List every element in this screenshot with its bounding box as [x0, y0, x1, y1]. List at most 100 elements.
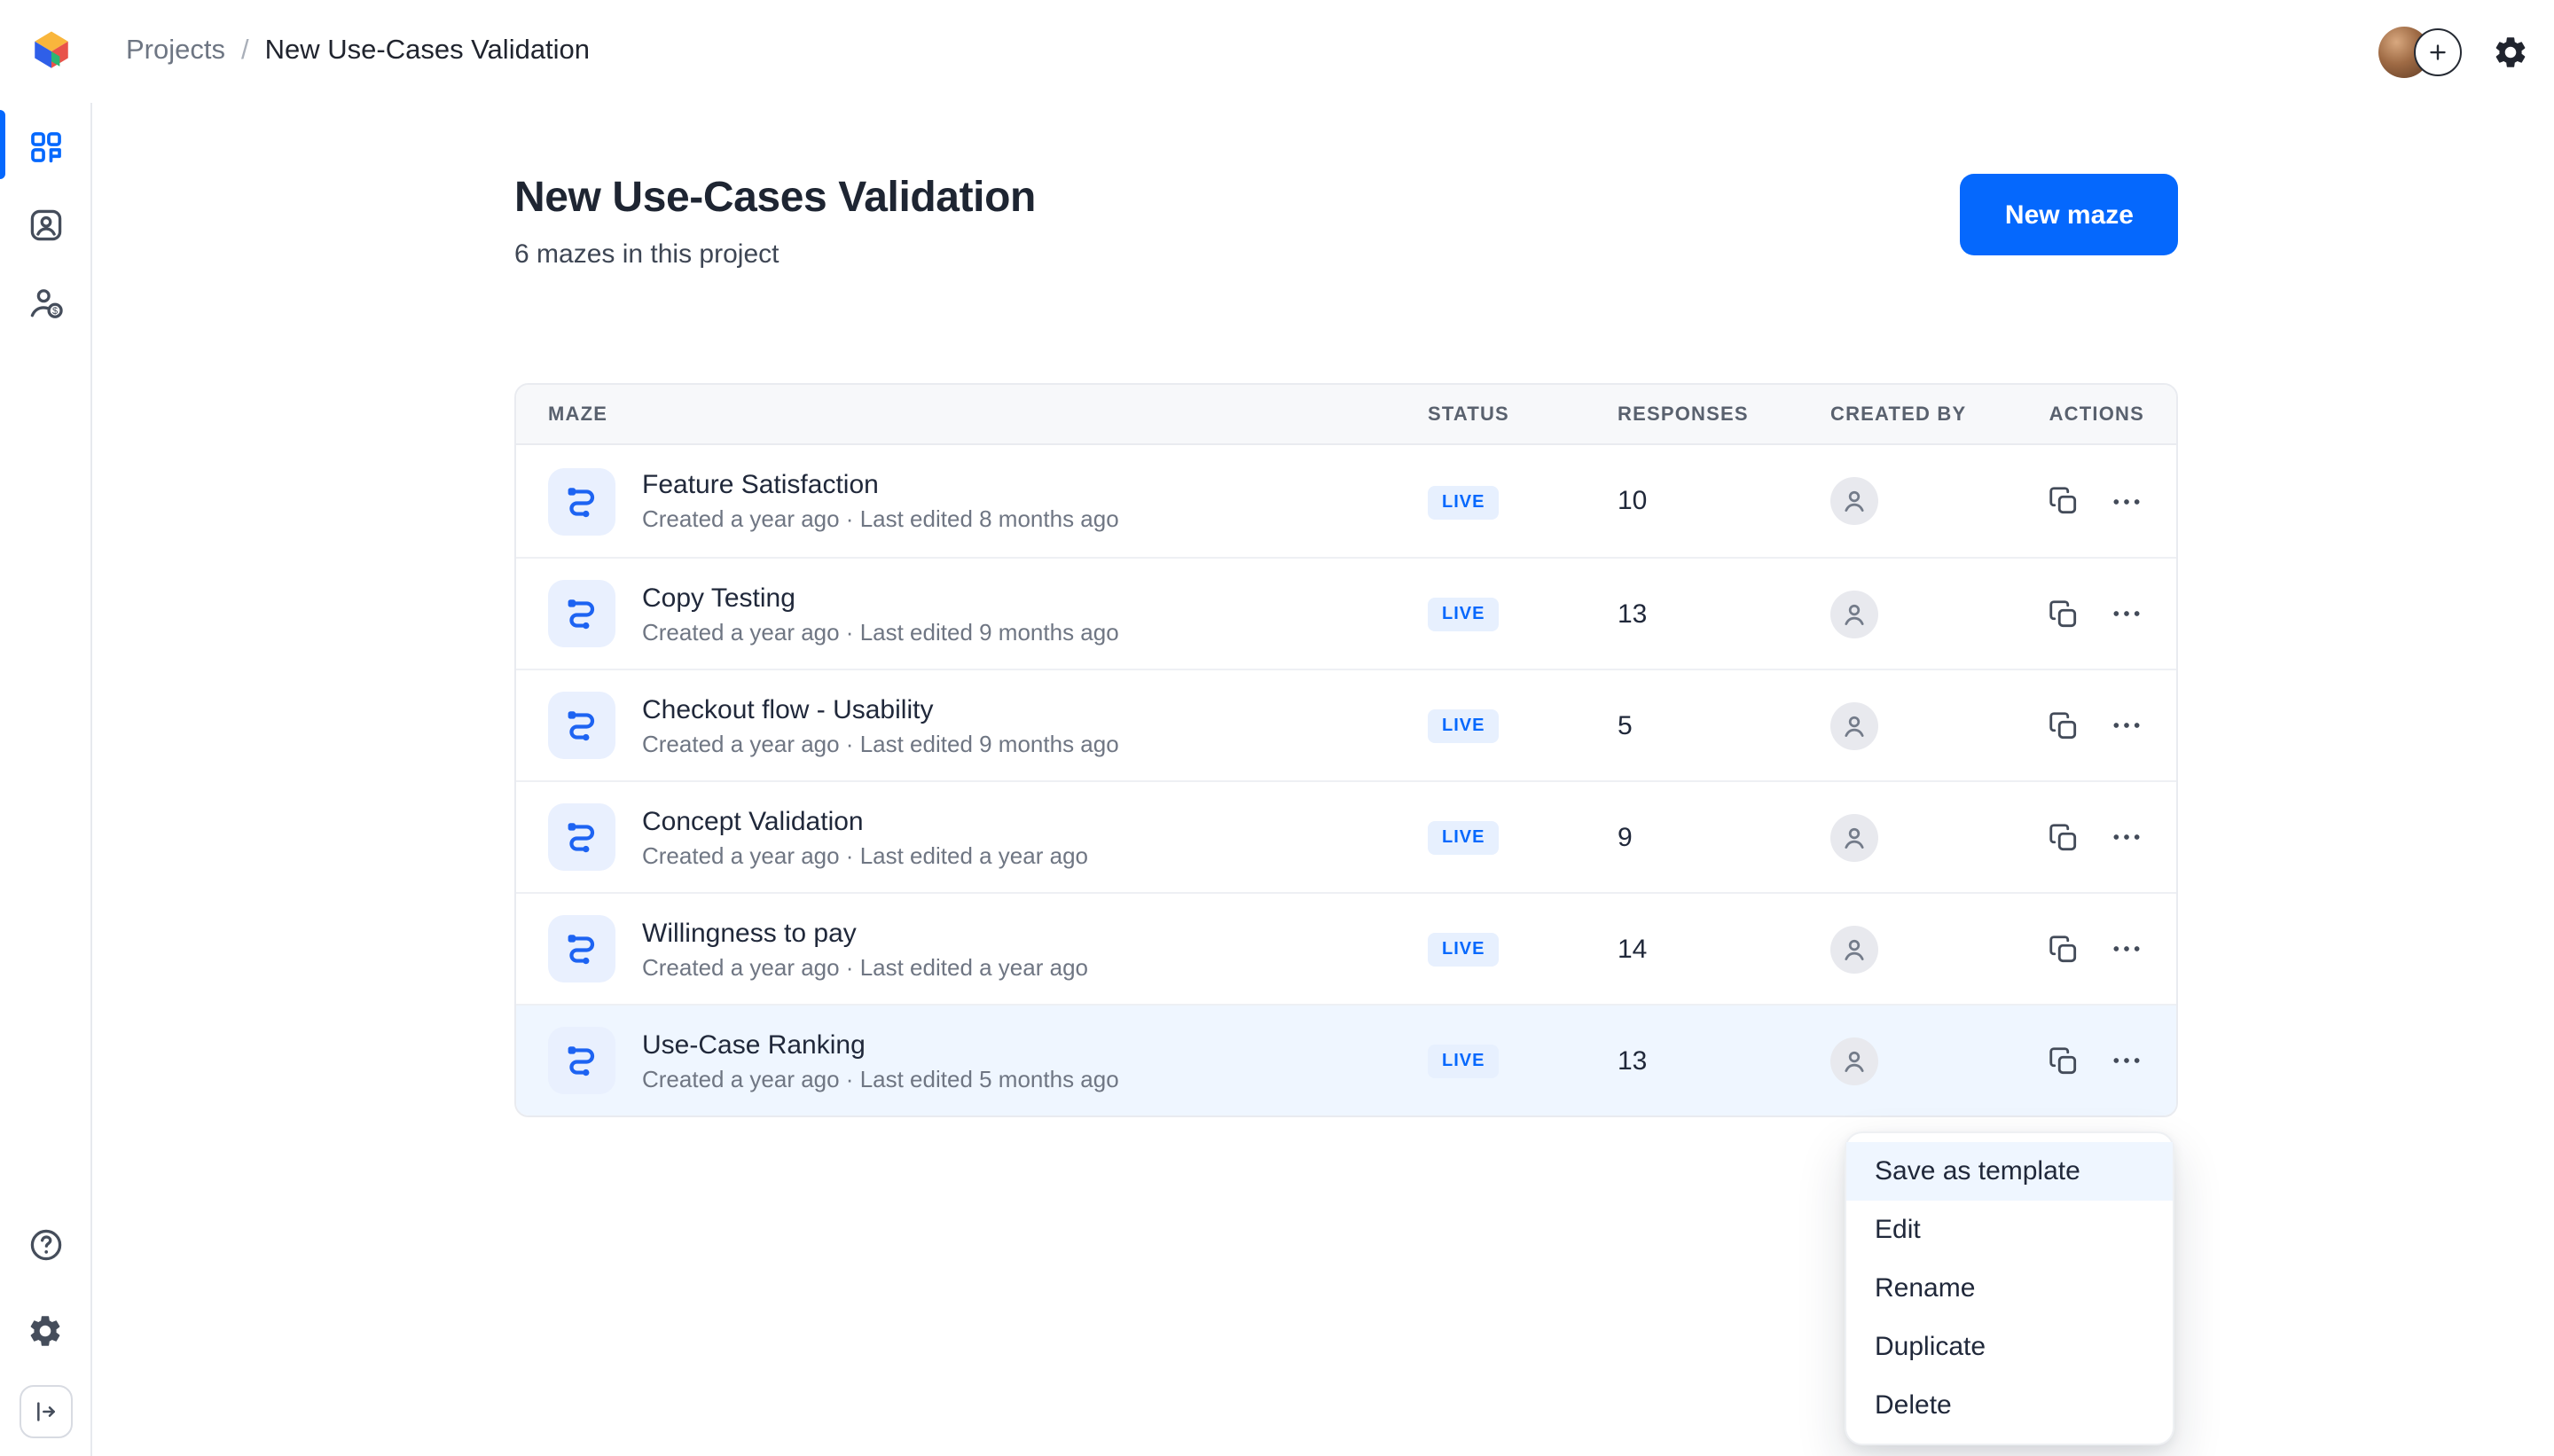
maze-row[interactable]: Checkout flow - Usability Created a year…: [516, 669, 2176, 780]
maze-cell: Feature Satisfaction Created a year ago …: [548, 467, 1403, 535]
maze-name[interactable]: Willingness to pay: [642, 918, 1088, 948]
gear-icon: [2492, 33, 2529, 70]
sidebar-item-panel[interactable]: [15, 195, 75, 255]
sidebar-settings-button[interactable]: [15, 1300, 75, 1360]
maze-cube-logo-icon: [25, 25, 78, 78]
panel-icon: [26, 206, 65, 245]
maze-name[interactable]: Checkout flow - Usability: [642, 694, 1119, 724]
maze-flow-icon: [562, 818, 601, 857]
row-menu-button[interactable]: [2109, 708, 2144, 743]
help-button[interactable]: [15, 1215, 75, 1275]
maze-name[interactable]: Use-Case Ranking: [642, 1029, 1119, 1060]
collapse-sidebar-button[interactable]: [19, 1385, 72, 1438]
maze-cell: Use-Case Ranking Created a year ago · La…: [548, 1027, 1403, 1094]
copy-icon: [2047, 932, 2080, 966]
maze-flow-icon: [562, 594, 601, 633]
status-badge: LIVE: [1428, 821, 1499, 855]
maze-meta: Created a year ago · Last edited 5 month…: [642, 1065, 1119, 1092]
column-header-responses: RESPONSES: [1593, 403, 1806, 425]
creator-avatar[interactable]: [1830, 477, 1878, 525]
copy-icon: [2047, 708, 2080, 742]
invite-plus-button[interactable]: [2414, 27, 2462, 75]
duplicate-maze-button[interactable]: [2047, 597, 2080, 630]
maze-cell: Concept Validation Created a year ago · …: [548, 803, 1403, 871]
creator-avatar[interactable]: [1830, 590, 1878, 638]
responses-cell: 14: [1593, 934, 1806, 964]
duplicate-maze-button[interactable]: [2047, 820, 2080, 854]
ellipsis-icon: [2109, 931, 2144, 967]
sidebar-bottom: [15, 1215, 75, 1438]
maze-name[interactable]: Feature Satisfaction: [642, 470, 1119, 500]
row-menu-button[interactable]: [2109, 1043, 2144, 1078]
maze-text: Concept Validation Created a year ago · …: [642, 806, 1088, 868]
status-cell: LIVE: [1403, 1043, 1593, 1078]
created-by-cell: [1806, 590, 2041, 638]
plus-icon: [2425, 38, 2451, 65]
maze-row[interactable]: Copy Testing Created a year ago · Last e…: [516, 557, 2176, 669]
maze-cell: Willingness to pay Created a year ago · …: [548, 915, 1403, 982]
column-header-status: STATUS: [1403, 403, 1593, 425]
collapse-sidebar-icon: [31, 1397, 59, 1426]
responses-cell: 5: [1593, 710, 1806, 740]
duplicate-maze-button[interactable]: [2047, 1044, 2080, 1077]
duplicate-maze-button[interactable]: [2047, 708, 2080, 742]
duplicate-maze-button[interactable]: [2047, 484, 2080, 518]
copy-icon: [2047, 820, 2080, 854]
maze-flow-icon: [562, 481, 601, 521]
maze-meta: Created a year ago · Last edited 9 month…: [642, 730, 1119, 756]
creator-avatar[interactable]: [1830, 701, 1878, 749]
menu-item-duplicate[interactable]: Duplicate: [1846, 1318, 2173, 1376]
actions-cell: [2041, 1043, 2144, 1078]
status-badge: LIVE: [1428, 485, 1499, 519]
maze-cell: Copy Testing Created a year ago · Last e…: [548, 580, 1403, 647]
maze-row[interactable]: Willingness to pay Created a year ago · …: [516, 892, 2176, 1004]
settings-gear-icon: [27, 1311, 64, 1349]
created-by-cell: [1806, 701, 2041, 749]
sidebar-item-reach[interactable]: $: [15, 273, 75, 333]
maze-row[interactable]: Feature Satisfaction Created a year ago …: [516, 445, 2176, 557]
maze-row[interactable]: Use-Case Ranking Created a year ago · La…: [516, 1004, 2176, 1115]
creator-avatar[interactable]: [1830, 925, 1878, 973]
sidebar-item-projects[interactable]: [15, 117, 75, 177]
row-menu-button[interactable]: [2109, 596, 2144, 631]
status-badge: LIVE: [1428, 1045, 1499, 1078]
page-subtitle: 6 mazes in this project: [514, 239, 1036, 270]
maze-meta: Created a year ago · Last edited 9 month…: [642, 618, 1119, 645]
status-badge: LIVE: [1428, 933, 1499, 967]
creator-avatar[interactable]: [1830, 1037, 1878, 1084]
menu-item-rename[interactable]: Rename: [1846, 1259, 2173, 1318]
menu-item-delete[interactable]: Delete: [1846, 1376, 2173, 1435]
maze-icon-badge: [548, 1027, 615, 1094]
table-header-row: MAZE STATUS RESPONSES CREATED BY ACTIONS: [516, 385, 2176, 445]
maze-icon-badge: [548, 467, 615, 535]
duplicate-maze-button[interactable]: [2047, 932, 2080, 966]
responses-cell: 9: [1593, 822, 1806, 852]
status-badge: LIVE: [1428, 598, 1499, 631]
workspace-settings-button[interactable]: [2492, 33, 2529, 70]
responses-cell: 10: [1593, 486, 1806, 516]
ellipsis-icon: [2109, 819, 2144, 855]
new-maze-button[interactable]: New maze: [1961, 174, 2178, 255]
row-menu-button[interactable]: [2109, 819, 2144, 855]
ellipsis-icon: [2109, 596, 2144, 631]
avatar-group: [2378, 26, 2462, 77]
svg-text:$: $: [51, 306, 57, 317]
row-menu-button[interactable]: [2109, 483, 2144, 519]
breadcrumb-projects[interactable]: Projects: [126, 35, 225, 67]
maze-logo[interactable]: [25, 25, 78, 78]
maze-name[interactable]: Concept Validation: [642, 806, 1088, 836]
row-menu-button[interactable]: [2109, 931, 2144, 967]
maze-text: Checkout flow - Usability Created a year…: [642, 694, 1119, 756]
status-cell: LIVE: [1403, 483, 1593, 519]
maze-name[interactable]: Copy Testing: [642, 583, 1119, 613]
topbar-right: [2378, 26, 2529, 77]
maze-row[interactable]: Concept Validation Created a year ago · …: [516, 780, 2176, 892]
menu-item-save-as-template[interactable]: Save as template: [1846, 1142, 2173, 1201]
maze-meta: Created a year ago · Last edited a year …: [642, 953, 1088, 980]
creator-avatar[interactable]: [1830, 813, 1878, 861]
mazes-table: MAZE STATUS RESPONSES CREATED BY ACTIONS: [514, 383, 2178, 1117]
menu-item-edit[interactable]: Edit: [1846, 1201, 2173, 1259]
maze-text: Use-Case Ranking Created a year ago · La…: [642, 1029, 1119, 1092]
breadcrumb-current: New Use-Cases Validation: [265, 35, 590, 67]
maze-cell: Checkout flow - Usability Created a year…: [548, 692, 1403, 759]
